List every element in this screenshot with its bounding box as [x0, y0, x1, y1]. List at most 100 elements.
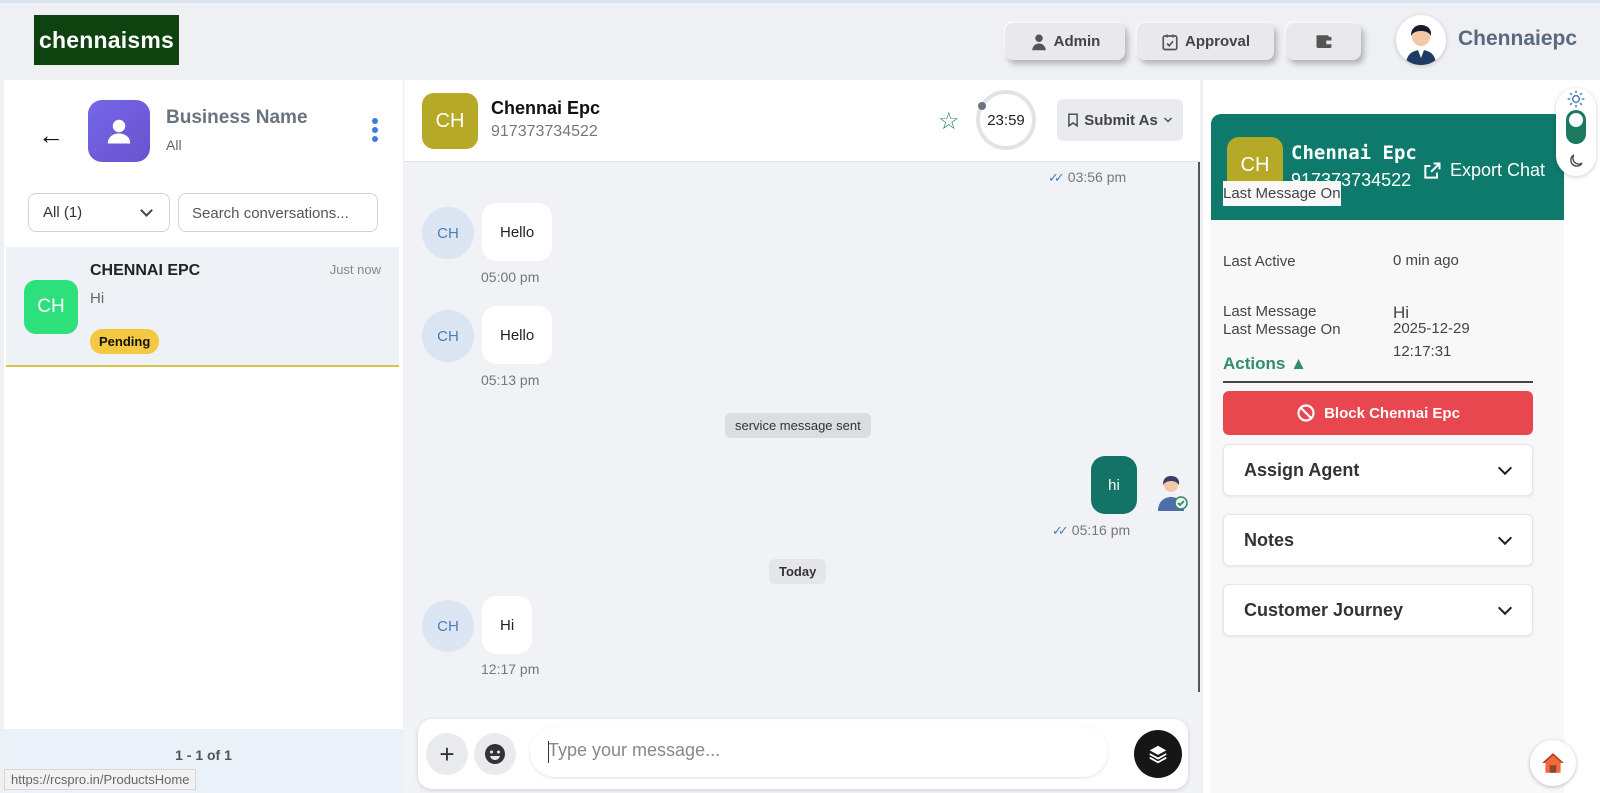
message-input[interactable]: Type your message...	[530, 727, 1108, 777]
more-options-icon[interactable]	[372, 118, 378, 145]
chevron-down-icon	[1497, 460, 1513, 476]
message-meta: ✓✓ 05:16 pm	[1052, 522, 1130, 539]
business-name: Business Name	[166, 107, 308, 128]
toggle-track[interactable]	[1566, 110, 1586, 144]
conversation-time: Just now	[329, 262, 381, 277]
admin-button[interactable]: Admin	[1005, 23, 1125, 60]
chat-pane: CH Chennai Epc 917373734522 ☆ 23:59 Subm…	[404, 80, 1200, 793]
last-message-on-label: Last Message On	[1223, 181, 1341, 206]
last-active-value: 0 min ago	[1393, 252, 1459, 269]
actions-divider	[1223, 381, 1533, 383]
approval-label: Approval	[1184, 33, 1250, 50]
conversation-sidebar: ← Business Name All All (1) Search conve…	[4, 80, 403, 793]
block-contact-label: Block Chennai Epc	[1324, 404, 1460, 422]
chat-header: CH Chennai Epc 917373734522 ☆ 23:59 Subm…	[404, 80, 1200, 162]
conversation-filter-select[interactable]: All (1)	[28, 193, 170, 232]
home-button[interactable]	[1530, 740, 1576, 786]
ban-icon	[1297, 404, 1315, 422]
status-badge: Pending	[90, 329, 160, 354]
incoming-message: Hi	[482, 596, 533, 654]
export-chat-label: Export Chat	[1450, 160, 1546, 180]
last-message-label: Last Message	[1223, 303, 1317, 320]
customer-journey-accordion[interactable]: Customer Journey	[1223, 584, 1533, 636]
message-meta: ✓✓ 03:56 pm	[1048, 169, 1126, 186]
bookmark-icon	[1068, 113, 1078, 128]
moon-icon	[1570, 154, 1583, 167]
contact-avatar: CH	[422, 93, 478, 149]
actions-icon: ▲	[1290, 354, 1307, 373]
actions-label: Actions	[1223, 354, 1286, 373]
message-time: 12:17 pm	[481, 661, 540, 677]
status-bar-url: https://rcspro.in/ProductsHome	[4, 769, 197, 790]
chevron-down-icon	[1497, 600, 1513, 616]
star-icon[interactable]: ☆	[938, 107, 960, 136]
layers-icon	[1149, 745, 1167, 764]
message-time: 05:16 pm	[1071, 522, 1131, 538]
user-name[interactable]: Chennaiepc	[1458, 27, 1577, 51]
contact-details-body: Last Message On Last Active 0 min ago La…	[1211, 181, 1564, 793]
toggle-knob[interactable]	[1569, 113, 1583, 127]
double-check-icon: ✓✓	[1048, 170, 1065, 185]
sun-icon	[1567, 90, 1585, 108]
export-chat-button[interactable]: Export Chat	[1422, 160, 1545, 181]
session-timer: 23:59	[976, 90, 1036, 150]
conversation-name: CHENNAI EPC	[90, 262, 201, 279]
back-arrow-icon[interactable]: ←	[38, 120, 64, 151]
date-divider: Today	[769, 559, 827, 584]
message-time: 05:00 pm	[481, 269, 540, 285]
calendar-check-icon	[1162, 34, 1178, 50]
block-contact-button[interactable]: Block Chennai Epc	[1223, 391, 1533, 435]
conversation-avatar: CH	[24, 280, 78, 334]
emoji-icon	[485, 744, 505, 764]
user-avatar[interactable]	[1396, 15, 1446, 65]
message-composer: + Type your message...	[418, 719, 1188, 789]
contact-name: Chennai Epc	[491, 98, 601, 118]
contact-name: Chennai Epc	[1291, 142, 1417, 164]
incoming-avatar: CH	[422, 310, 474, 362]
user-avatar-icon	[1406, 25, 1436, 65]
admin-label: Admin	[1053, 33, 1101, 50]
message-time: 05:13 pm	[481, 372, 540, 388]
top-bar: chennaisms Admin Approval Chennaiepc	[0, 0, 1600, 76]
emoji-button[interactable]	[474, 733, 516, 775]
chat-scrollbar[interactable]	[1198, 162, 1200, 692]
incoming-message: Hello	[482, 306, 553, 364]
chevron-down-icon	[140, 204, 153, 217]
incoming-avatar: CH	[422, 207, 474, 259]
external-link-icon	[1424, 162, 1441, 179]
contact-phone: 917373734522	[491, 123, 598, 140]
contact-details-pane: CH Chennai Epc 917373734522 Export Chat …	[1203, 80, 1600, 793]
assign-agent-label: Assign Agent	[1244, 460, 1360, 480]
user-icon	[107, 119, 131, 144]
wallet-icon	[1316, 34, 1331, 48]
logo[interactable]: chennaisms	[34, 15, 179, 65]
timer-indicator-dot	[978, 102, 986, 110]
last-message-value: Hi	[1393, 303, 1410, 322]
message-list[interactable]: ✓✓ 03:56 pm CH Hello 05:00 pm CH Hello 05…	[404, 163, 1200, 703]
add-attachment-button[interactable]: +	[426, 733, 468, 775]
chevron-down-icon	[1163, 117, 1172, 123]
message-time: 03:56 pm	[1067, 169, 1127, 185]
system-message: service message sent	[725, 413, 871, 438]
template-button[interactable]	[1134, 730, 1182, 778]
wallet-button[interactable]	[1286, 23, 1361, 60]
conversation-list-item[interactable]: CH CHENNAI EPC Just now Hi Pending	[6, 247, 399, 367]
assign-agent-accordion[interactable]: Assign Agent	[1223, 444, 1533, 496]
plus-icon: +	[439, 738, 455, 769]
search-conversations-input[interactable]: Search conversations...	[178, 193, 378, 232]
last-active-label: Last Active	[1223, 253, 1296, 270]
submit-as-button[interactable]: Submit As	[1057, 99, 1183, 141]
double-check-icon: ✓✓	[1052, 523, 1069, 538]
business-subtitle: All	[166, 137, 182, 153]
incoming-message: Hello	[482, 203, 553, 261]
filter-value: All (1)	[43, 204, 83, 221]
conversation-last-message: Hi	[90, 290, 105, 307]
user-tie-icon	[1031, 34, 1046, 50]
approval-button[interactable]: Approval	[1137, 23, 1274, 60]
notes-label: Notes	[1244, 530, 1295, 550]
actions-heading: Actions ▲	[1223, 354, 1307, 374]
customer-journey-label: Customer Journey	[1244, 600, 1404, 620]
theme-toggle[interactable]	[1556, 88, 1596, 176]
incoming-avatar: CH	[422, 600, 474, 652]
notes-accordion[interactable]: Notes	[1223, 514, 1533, 566]
